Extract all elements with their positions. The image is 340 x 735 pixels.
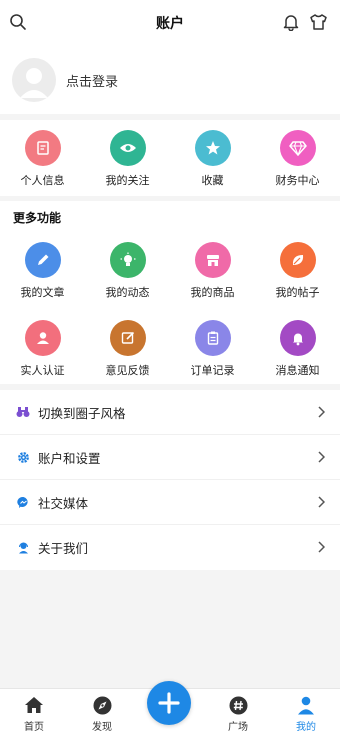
feature-my-posts[interactable]: 我的帖子	[255, 242, 340, 300]
eye-icon	[109, 130, 146, 166]
list-item-social-media[interactable]: 社交媒体	[0, 480, 340, 525]
feature-my-products[interactable]: 我的商品	[170, 242, 255, 300]
feedback-icon	[109, 320, 146, 356]
feature-order-records[interactable]: 订单记录	[170, 320, 255, 378]
feature-notifications[interactable]: 消息通知	[255, 320, 340, 378]
quick-item-label: 收藏	[201, 174, 224, 187]
bell-icon[interactable]	[282, 13, 300, 31]
diamond-icon	[279, 130, 316, 166]
feature-label: 意见反馈	[105, 364, 150, 377]
feature-label: 实人认证	[20, 364, 65, 377]
tab-label: 我的	[296, 722, 316, 733]
chevron-right-icon	[318, 451, 325, 463]
tab-label: 广场	[228, 722, 248, 733]
avatar[interactable]	[12, 58, 56, 102]
quick-item-finance[interactable]: 财务中心	[255, 120, 340, 196]
clipboard-icon	[194, 320, 231, 356]
chevron-right-icon	[318, 541, 325, 553]
list-item-label: 切换到圈子风格	[38, 405, 126, 421]
quick-item-favorites[interactable]: 收藏	[170, 120, 255, 196]
shop-icon	[194, 242, 231, 278]
page-title: 账户	[156, 16, 184, 32]
feature-feedback[interactable]: 意见反馈	[85, 320, 170, 378]
bulb-icon	[109, 242, 146, 278]
pencil-icon	[24, 242, 61, 278]
messenger-icon	[16, 495, 30, 509]
support-agent-icon	[16, 541, 30, 555]
bell-icon	[279, 320, 316, 356]
login-link[interactable]: 点击登录	[66, 71, 118, 90]
default-avatar-icon	[20, 68, 48, 98]
leaf-icon	[279, 242, 316, 278]
section-title: 更多功能	[13, 211, 62, 225]
quick-item-personal-info[interactable]: 个人信息	[0, 120, 85, 196]
settings-icon	[16, 450, 30, 464]
quick-item-label: 财务中心	[275, 174, 320, 187]
user-icon	[295, 695, 317, 715]
list-item-label: 关于我们	[38, 541, 89, 556]
list-item-label: 社交媒体	[38, 495, 89, 511]
list-item-label: 账户和设置	[38, 450, 101, 466]
tab-discover[interactable]: 发现	[68, 689, 136, 735]
edit-note-icon	[24, 130, 61, 166]
feature-label: 我的文章	[20, 286, 65, 299]
features-row: 我的文章 我的动态 我的商品 我的帖子	[0, 242, 340, 300]
search-icon[interactable]	[9, 13, 27, 31]
features-row: 实人认证 意见反馈 订单记录 消息通知	[0, 320, 340, 378]
profile-card[interactable]: 点击登录	[0, 46, 340, 114]
binoculars-icon	[16, 405, 30, 419]
feature-label: 我的帖子	[275, 286, 320, 299]
more-features-section: 更多功能 我的文章 我的动态 我的商品 我的帖子 实人认证 意见反馈 订单记录 …	[0, 201, 340, 384]
feature-my-articles[interactable]: 我的文章	[0, 242, 85, 300]
tab-label: 发现	[92, 722, 112, 733]
list-item-switch-circle-style[interactable]: 切换到圈子风格	[0, 390, 340, 435]
star-icon	[194, 130, 231, 166]
feature-my-moments[interactable]: 我的动态	[85, 242, 170, 300]
feature-label: 我的动态	[105, 286, 150, 299]
add-post-button[interactable]	[147, 681, 191, 725]
quick-actions: 个人信息 我的关注 收藏 财务中心	[0, 120, 340, 196]
quick-item-label: 我的关注	[105, 174, 150, 187]
tab-home[interactable]: 首页	[0, 689, 68, 735]
list-item-account-settings[interactable]: 账户和设置	[0, 435, 340, 480]
list-item-about-us[interactable]: 关于我们	[0, 525, 340, 570]
settings-list: 切换到圈子风格 账户和设置 社交媒体 关于我们	[0, 390, 340, 570]
plus-icon	[158, 692, 180, 714]
quick-item-following[interactable]: 我的关注	[85, 120, 170, 196]
hashtag-icon	[227, 695, 249, 715]
compass-icon	[91, 695, 113, 715]
tab-label: 首页	[24, 722, 44, 733]
tab-square[interactable]: 广场	[204, 689, 272, 735]
feature-label: 订单记录	[190, 364, 235, 377]
chevron-right-icon	[318, 406, 325, 418]
quick-item-label: 个人信息	[20, 174, 65, 187]
tab-mine[interactable]: 我的	[272, 689, 340, 735]
feature-identity-verification[interactable]: 实人认证	[0, 320, 85, 378]
chevron-right-icon	[318, 496, 325, 508]
feature-label: 消息通知	[275, 364, 320, 377]
home-icon	[23, 695, 45, 715]
top-bar: 账户	[0, 0, 340, 46]
shirt-icon[interactable]	[309, 13, 328, 31]
person-icon	[24, 320, 61, 356]
feature-label: 我的商品	[190, 286, 235, 299]
